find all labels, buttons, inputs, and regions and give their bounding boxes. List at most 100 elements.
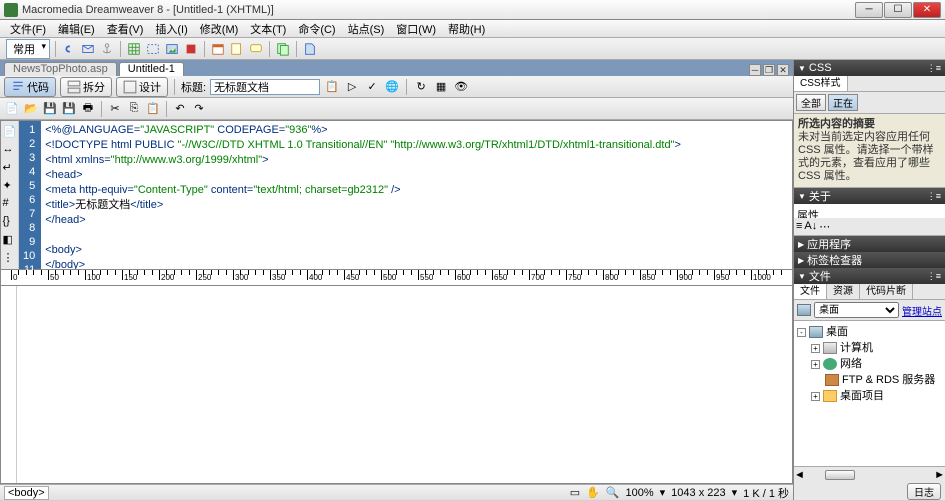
- paste-icon[interactable]: 📋: [145, 101, 161, 117]
- validate-icon[interactable]: ▷: [344, 79, 360, 95]
- css-summary: 所选内容的摘要 未对当前选定内容应用任何 CSS 属性。请选择一个带样式的元素，…: [794, 114, 945, 188]
- design-view[interactable]: [0, 286, 793, 484]
- email-icon[interactable]: [80, 41, 96, 57]
- hyperlink-icon[interactable]: [61, 41, 77, 57]
- gutter-highlight-icon[interactable]: ✦: [3, 179, 17, 193]
- css-all-button[interactable]: 全部: [796, 94, 826, 111]
- design-canvas[interactable]: [17, 286, 792, 483]
- manage-sites-link[interactable]: 管理站点: [902, 303, 942, 318]
- table-icon[interactable]: [126, 41, 142, 57]
- files-tree[interactable]: -桌面 +计算机 +网络 FTP & RDS 服务器 +桌面项目: [794, 321, 945, 466]
- tag-inspector-header[interactable]: ▶标签检查器: [794, 252, 945, 268]
- code-view-button[interactable]: 代码: [4, 77, 56, 97]
- div-icon[interactable]: [145, 41, 161, 57]
- print-icon[interactable]: 🖶: [80, 101, 96, 117]
- code-view: 📄 ↔ ↵ ✦ # {} ◧ ⋮ 123456789101112 <%@LANG…: [0, 120, 793, 270]
- split-view-button[interactable]: 拆分: [60, 77, 112, 97]
- line-numbers: 123456789101112: [19, 121, 41, 269]
- visual-aids-icon[interactable]: 👁: [453, 79, 469, 95]
- anchor-icon[interactable]: [99, 41, 115, 57]
- menu-file[interactable]: 文件(F): [4, 21, 52, 37]
- saveall-icon[interactable]: 💾: [61, 101, 77, 117]
- gutter-wrap-icon[interactable]: ↵: [3, 161, 17, 175]
- tag-selector[interactable]: <body>: [4, 486, 49, 500]
- copy-icon[interactable]: ⎘: [126, 101, 142, 117]
- menu-text[interactable]: 文本(T): [244, 21, 292, 37]
- document-title-input[interactable]: [210, 79, 320, 95]
- code-editor[interactable]: <%@LANGUAGE="JAVASCRIPT" CODEPAGE="936"%…: [41, 121, 792, 269]
- props-icon3[interactable]: ⋯: [819, 220, 830, 233]
- about-panel-header[interactable]: ▼关于⋮≡: [794, 188, 945, 204]
- maximize-button[interactable]: ☐: [884, 2, 912, 18]
- gutter-collapse-icon[interactable]: ↔: [3, 143, 17, 157]
- refresh-icon[interactable]: ↻: [413, 79, 429, 95]
- log-button[interactable]: 日志: [907, 483, 941, 500]
- check-icon[interactable]: ✓: [364, 79, 380, 95]
- gutter-open-icon[interactable]: 📄: [3, 125, 17, 139]
- save-icon[interactable]: 💾: [42, 101, 58, 117]
- menu-modify[interactable]: 修改(M): [194, 21, 245, 37]
- props-sort-icon[interactable]: A↓: [804, 220, 817, 233]
- hand-tool-icon[interactable]: ✋: [586, 486, 600, 499]
- menu-view[interactable]: 查看(V): [101, 21, 150, 37]
- menu-commands[interactable]: 命令(C): [292, 21, 341, 37]
- design-view-button[interactable]: 设计: [116, 77, 168, 97]
- zoom-level[interactable]: 100%: [626, 487, 654, 499]
- new-icon[interactable]: 📄: [4, 101, 20, 117]
- templates-icon[interactable]: [275, 41, 291, 57]
- nosave-icon[interactable]: 📋: [324, 79, 340, 95]
- zoom-tool-icon[interactable]: 🔍: [606, 486, 620, 499]
- minimize-button[interactable]: ─: [855, 2, 883, 18]
- tab-active[interactable]: Untitled-1: [119, 62, 184, 76]
- tag-chooser-icon[interactable]: [302, 41, 318, 57]
- server-include-icon[interactable]: [229, 41, 245, 57]
- snippets-tab[interactable]: 代码片断: [860, 284, 913, 299]
- redo-icon[interactable]: ↷: [191, 101, 207, 117]
- tree-ftp[interactable]: FTP & RDS 服务器: [797, 372, 942, 388]
- css-current-button[interactable]: 正在: [828, 94, 858, 111]
- tree-network[interactable]: +网络: [797, 356, 942, 372]
- close-button[interactable]: ✕: [913, 2, 941, 18]
- tab-restore-icon[interactable]: ❐: [763, 64, 775, 76]
- tree-desktop-items[interactable]: +桌面项目: [797, 388, 942, 404]
- menu-insert[interactable]: 插入(I): [149, 21, 193, 37]
- gutter-indent-icon[interactable]: {}: [3, 215, 17, 229]
- insert-toolbar: 常用: [0, 38, 945, 60]
- app-panel-header[interactable]: ▶应用程序: [794, 236, 945, 252]
- date-icon[interactable]: [210, 41, 226, 57]
- panel-menu-icon[interactable]: ⋮≡: [927, 63, 941, 74]
- tree-computer[interactable]: +计算机: [797, 340, 942, 356]
- menu-edit[interactable]: 编辑(E): [52, 21, 101, 37]
- tab-minimize-icon[interactable]: ─: [749, 64, 761, 76]
- view-options-icon[interactable]: ▦: [433, 79, 449, 95]
- files-panel-header[interactable]: ▼文件⋮≡: [794, 268, 945, 284]
- css-panel-header[interactable]: ▼CSS⋮≡: [794, 60, 945, 76]
- open-icon[interactable]: 📂: [23, 101, 39, 117]
- css-styles-tab[interactable]: CSS样式: [794, 76, 848, 91]
- image-icon[interactable]: [164, 41, 180, 57]
- gutter-more-icon[interactable]: ⋮: [3, 251, 17, 265]
- assets-tab[interactable]: 资源: [827, 284, 860, 299]
- site-dropdown[interactable]: 桌面: [814, 302, 899, 318]
- cut-icon[interactable]: ✂: [107, 101, 123, 117]
- tree-root[interactable]: -桌面: [797, 324, 942, 340]
- browser-icon[interactable]: 🌐: [384, 79, 400, 95]
- insert-category-dropdown[interactable]: 常用: [6, 39, 50, 59]
- horizontal-ruler: 0501001502002503003504004505005506006507…: [0, 270, 793, 286]
- horizontal-scrollbar[interactable]: ◄►: [794, 466, 945, 482]
- gutter-lineno-icon[interactable]: #: [3, 197, 17, 211]
- files-tab[interactable]: 文件: [794, 284, 827, 299]
- tab-close-icon[interactable]: ✕: [777, 64, 789, 76]
- select-tool-icon[interactable]: ▭: [570, 486, 580, 499]
- menu-window[interactable]: 窗口(W): [390, 21, 442, 37]
- vertical-ruler: [1, 286, 17, 483]
- media-icon[interactable]: [183, 41, 199, 57]
- props-icon1[interactable]: ≡: [796, 220, 802, 233]
- comment-icon[interactable]: [248, 41, 264, 57]
- window-size[interactable]: 1043 x 223: [671, 487, 725, 499]
- menu-site[interactable]: 站点(S): [342, 21, 391, 37]
- undo-icon[interactable]: ↶: [172, 101, 188, 117]
- gutter-snippet-icon[interactable]: ◧: [3, 233, 17, 247]
- menu-help[interactable]: 帮助(H): [442, 21, 491, 37]
- tab-inactive[interactable]: NewsTopPhoto.asp: [4, 62, 117, 76]
